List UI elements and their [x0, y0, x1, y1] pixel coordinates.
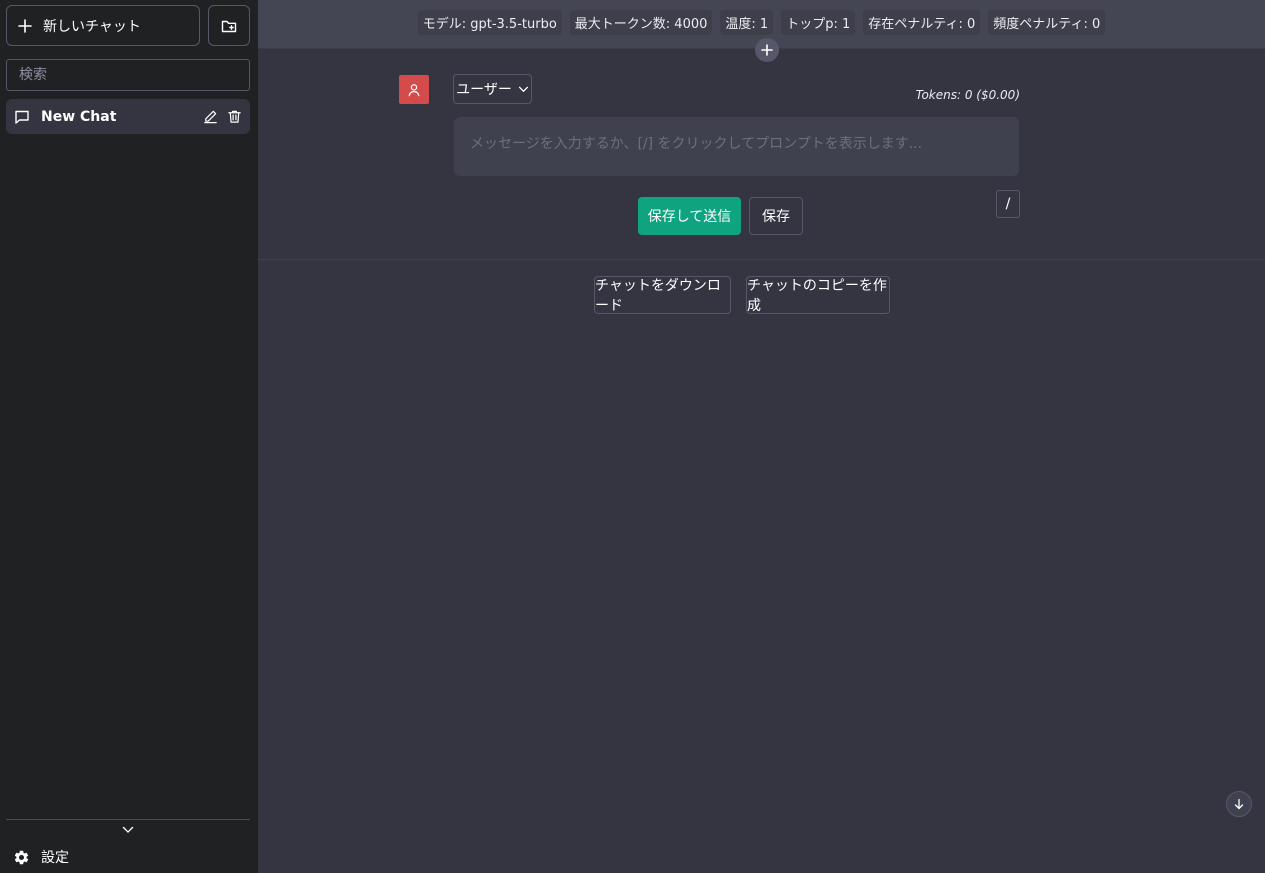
save-and-submit-button[interactable]: 保存して送信	[638, 197, 741, 235]
trash-icon[interactable]	[227, 109, 242, 124]
sidebar: 新しいチャット New Chat	[0, 0, 258, 873]
config-frequency-penalty: 頻度ペナルティ: 0	[988, 10, 1106, 35]
settings-label: 設定	[41, 850, 69, 866]
new-chat-label: 新しいチャット	[43, 18, 141, 35]
message-divider	[258, 259, 1265, 260]
plus-icon	[17, 18, 33, 34]
chat-list-item[interactable]: New Chat	[6, 99, 250, 134]
chat-main: モデル: gpt-3.5-turbo 最大トークン数: 4000 温度: 1 ト…	[258, 0, 1265, 873]
token-count: Tokens: 0 ($0.00)	[915, 88, 1020, 102]
config-temperature: 温度: 1	[720, 10, 774, 35]
sidebar-divider	[6, 819, 250, 820]
chevron-down-icon	[518, 86, 529, 93]
arrow-down-icon	[1233, 798, 1245, 810]
scroll-to-bottom-button[interactable]	[1226, 791, 1252, 817]
config-model: モデル: gpt-3.5-turbo	[417, 10, 562, 35]
add-message-button[interactable]	[755, 38, 779, 62]
role-label: ユーザー	[456, 82, 512, 98]
role-select[interactable]: ユーザー	[453, 74, 532, 104]
new-folder-button[interactable]	[208, 5, 250, 46]
folder-plus-icon	[221, 18, 237, 34]
chat-title: New Chat	[41, 108, 117, 125]
chat-actions	[203, 109, 242, 124]
chevron-down-icon[interactable]	[120, 823, 136, 837]
user-icon	[407, 83, 421, 97]
config-presence-penalty: 存在ペナルティ: 0	[863, 10, 981, 35]
settings-button[interactable]: 設定	[6, 843, 250, 871]
avatar	[399, 75, 429, 104]
config-max-tokens: 最大トークン数: 4000	[569, 10, 713, 35]
search-input[interactable]	[6, 59, 250, 91]
plus-icon	[761, 44, 773, 56]
save-button[interactable]: 保存	[749, 197, 803, 235]
message-square-icon	[14, 109, 30, 125]
pencil-icon[interactable]	[203, 109, 218, 124]
gear-icon	[13, 849, 30, 866]
clone-chat-button[interactable]: チャットのコピーを作成	[746, 276, 890, 314]
message-input[interactable]	[454, 117, 1019, 176]
download-chat-button[interactable]: チャットをダウンロード	[594, 276, 731, 314]
prompt-library-button[interactable]: /	[996, 190, 1020, 218]
new-chat-button[interactable]: 新しいチャット	[6, 5, 200, 46]
config-top-p: トップp: 1	[781, 10, 856, 35]
